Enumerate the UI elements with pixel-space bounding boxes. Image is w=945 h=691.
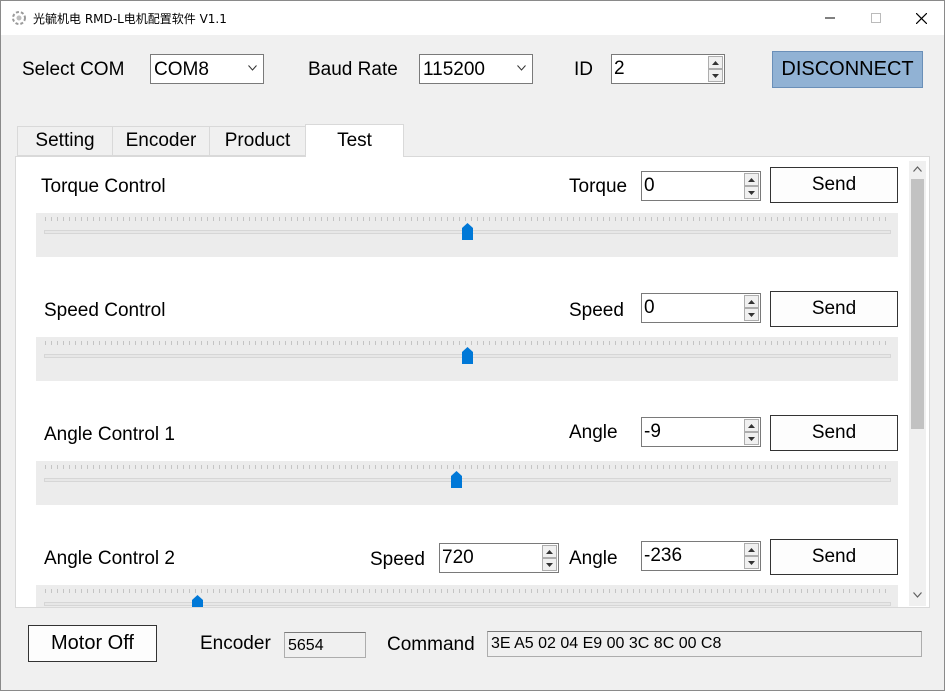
torque-slider-thumb[interactable] [461, 223, 473, 240]
arrow-down-icon [748, 190, 755, 195]
baud-select-value: 115200 [423, 59, 485, 80]
speed-label: Speed [569, 300, 624, 321]
motor-off-button[interactable]: Motor Off [28, 625, 157, 662]
com-select-value: COM8 [154, 59, 209, 80]
torque-control-title: Torque Control [41, 176, 166, 197]
id-spinner[interactable]: 2 [611, 54, 725, 84]
torque-slider[interactable] [36, 213, 898, 257]
arrow-up-icon [748, 423, 755, 428]
arrow-up-icon [748, 547, 755, 552]
angle2-speed-label: Speed [370, 549, 425, 570]
app-gear-icon [12, 11, 26, 25]
angle2-slider-thumb[interactable] [191, 595, 203, 608]
minimize-icon [825, 17, 835, 19]
angle1-label: Angle [569, 422, 618, 443]
id-value: 2 [614, 58, 625, 79]
speed-slider[interactable] [36, 337, 898, 381]
slider-ticks [45, 341, 890, 345]
angle2-angle-value: -236 [644, 545, 683, 566]
maximize-button[interactable] [853, 1, 899, 35]
arrow-down-icon [546, 562, 553, 567]
title-bar: 光毓机电 RMD-L电机配置软件 V1.1 [1, 1, 944, 35]
encoder-field: 5654 [284, 632, 366, 658]
angle-control-1-title: Angle Control 1 [44, 424, 175, 445]
arrow-up-icon [712, 60, 719, 65]
arrow-down-icon [748, 312, 755, 317]
scrollbar-thumb[interactable] [911, 179, 924, 429]
arrow-up-icon [748, 299, 755, 304]
scroll-down-icon[interactable] [913, 592, 922, 598]
angle2-slider[interactable] [36, 585, 898, 608]
slider-track [44, 602, 891, 606]
baud-label: Baud Rate [308, 59, 398, 80]
app-window: 光毓机电 RMD-L电机配置软件 V1.1 Select COM COM8 Ba… [0, 0, 945, 691]
angle1-spinner[interactable]: -9 [641, 417, 761, 447]
slider-ticks [45, 465, 890, 469]
encoder-label: Encoder [200, 633, 271, 654]
id-label: ID [574, 59, 593, 80]
torque-send-button[interactable]: Send [770, 167, 898, 203]
torque-increment-button[interactable] [744, 173, 759, 186]
com-label: Select COM [22, 59, 125, 80]
com-select[interactable]: COM8 [150, 54, 264, 84]
angle2-send-button[interactable]: Send [770, 539, 898, 575]
speed-control-title: Speed Control [44, 300, 166, 321]
angle1-value: -9 [644, 421, 661, 442]
speed-slider-thumb[interactable] [461, 347, 473, 364]
angle2-angle-label: Angle [569, 548, 618, 569]
chevron-down-icon [517, 65, 526, 71]
tab-setting[interactable]: Setting [17, 126, 113, 156]
arrow-up-icon [748, 177, 755, 182]
angle1-slider[interactable] [36, 461, 898, 505]
angle1-send-button[interactable]: Send [770, 415, 898, 451]
angle-control-2-title: Angle Control 2 [44, 548, 175, 569]
speed-send-button[interactable]: Send [770, 291, 898, 327]
close-icon [915, 12, 927, 24]
speed-decrement-button[interactable] [744, 308, 759, 321]
command-label: Command [387, 634, 475, 655]
angle2-angle-increment-button[interactable] [744, 543, 759, 556]
slider-ticks [45, 217, 890, 221]
panel-scrollbar[interactable] [909, 161, 926, 606]
angle2-angle-decrement-button[interactable] [744, 556, 759, 569]
angle1-slider-thumb[interactable] [450, 471, 462, 488]
torque-value: 0 [644, 175, 655, 196]
command-field: 3E A5 02 04 E9 00 3C 8C 00 C8 [487, 631, 922, 657]
test-panel: Torque Control Torque 0 Send Speed Contr… [15, 156, 930, 608]
slider-ticks [45, 589, 890, 593]
id-decrement-button[interactable] [708, 69, 723, 82]
torque-decrement-button[interactable] [744, 186, 759, 199]
torque-spinner[interactable]: 0 [641, 171, 761, 201]
command-value: 3E A5 02 04 E9 00 3C 8C 00 C8 [491, 635, 722, 652]
angle1-increment-button[interactable] [744, 419, 759, 432]
angle1-decrement-button[interactable] [744, 432, 759, 445]
encoder-value: 5654 [288, 637, 324, 654]
minimize-button[interactable] [807, 1, 853, 35]
baud-select[interactable]: 115200 [419, 54, 533, 84]
speed-spinner[interactable]: 0 [641, 293, 761, 323]
close-button[interactable] [898, 1, 944, 35]
window-title: 光毓机电 RMD-L电机配置软件 V1.1 [33, 12, 227, 26]
scroll-up-icon[interactable] [913, 166, 922, 172]
angle2-speed-value: 720 [442, 547, 474, 568]
arrow-down-icon [712, 73, 719, 78]
speed-increment-button[interactable] [744, 295, 759, 308]
maximize-icon [871, 13, 881, 23]
disconnect-button[interactable]: DISCONNECT [772, 51, 923, 88]
torque-label: Torque [569, 176, 628, 197]
tab-test[interactable]: Test [305, 124, 404, 157]
arrow-down-icon [748, 560, 755, 565]
tab-product[interactable]: Product [209, 126, 306, 156]
angle2-speed-spinner[interactable]: 720 [439, 543, 559, 573]
arrow-down-icon [748, 436, 755, 441]
arrow-up-icon [546, 549, 553, 554]
angle2-angle-spinner[interactable]: -236 [641, 541, 761, 571]
speed-value: 0 [644, 297, 655, 318]
angle2-speed-increment-button[interactable] [542, 545, 557, 558]
chevron-down-icon [248, 65, 257, 71]
slider-track [44, 478, 891, 482]
tab-encoder[interactable]: Encoder [112, 126, 210, 156]
id-increment-button[interactable] [708, 56, 723, 69]
angle2-speed-decrement-button[interactable] [542, 558, 557, 571]
